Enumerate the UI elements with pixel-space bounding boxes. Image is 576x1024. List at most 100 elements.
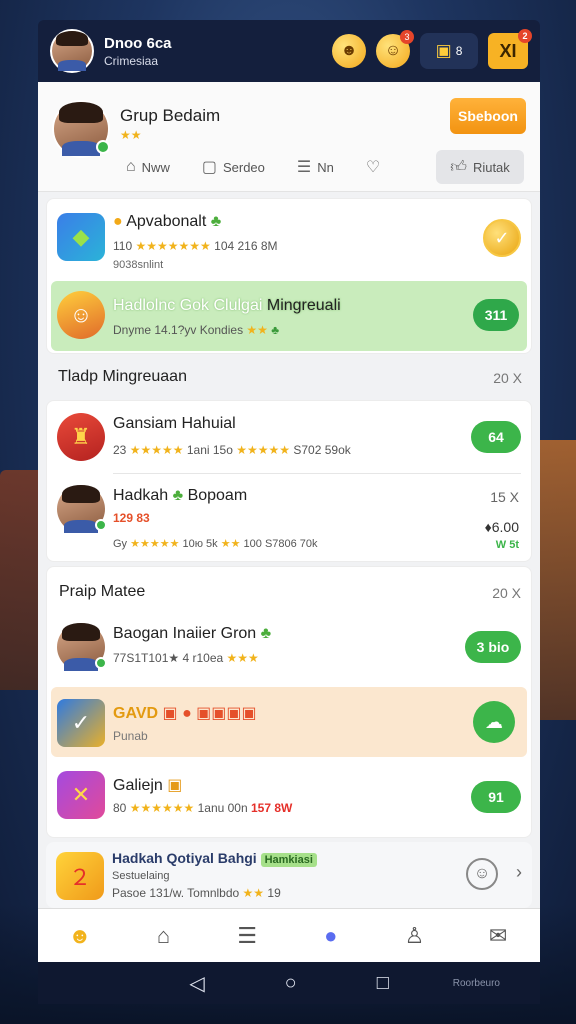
action-label: Riutak — [472, 159, 510, 175]
item-title: Baogan Inaiier Gron ♣ — [113, 625, 272, 642]
nav-list-icon[interactable]: ☰ — [227, 923, 267, 949]
item-stats: Gy ★★★★★ 10ю 5k ★★ 100 S7806 70k — [113, 538, 318, 550]
tab-favorite[interactable]: ♡ — [366, 157, 380, 177]
nav-emoji-icon[interactable]: ☻ — [60, 923, 100, 949]
list-item[interactable]: ♜ Gansiam Hahuial 23 ★★★★★ 1ani 15o ★★★★… — [47, 401, 531, 473]
score-pill[interactable]: 3 bio — [465, 631, 521, 663]
action-button[interactable]: 👍︎ Riutak — [436, 150, 524, 184]
tag-badge: Hamkiasi — [260, 853, 317, 867]
online-indicator — [96, 140, 110, 154]
item-price: ♦6.00 — [484, 519, 519, 535]
avatar: ☺ — [57, 291, 105, 339]
shield-icon: ✓ — [57, 699, 105, 747]
puzzle-icon: ２ — [56, 852, 104, 900]
user-name: Dnoo 6ca — [104, 34, 172, 52]
image-icon: ▢ — [201, 159, 217, 176]
item-extra: 9038snlint — [113, 259, 164, 271]
item-sub: 129 83 — [113, 511, 150, 525]
list-item[interactable]: Baogan Inaiier Gron ♣ 77S1T101★ 4 r10ea … — [47, 615, 531, 685]
main-panel: Grup Bedaim ★★ Sbeboon ⌂ Nww ▢ Serdeo ☰ … — [38, 82, 540, 962]
cube-icon: ◆ — [57, 213, 105, 261]
section-meta[interactable]: 20 X — [492, 585, 521, 601]
gift-button[interactable]: ▣ 8 — [420, 33, 478, 69]
tab-home[interactable]: ⌂ Nww — [126, 158, 170, 176]
list-item-promo[interactable]: ✓ GAVD ▣ ● ▣▣▣▣ Punab ☁ — [51, 687, 527, 757]
section-title: Tladp Mingreuaan — [58, 368, 187, 385]
close-label: XI — [499, 40, 517, 61]
item-stats: 110 ★★★★★★★ 104 216 8M — [113, 239, 278, 253]
bottom-nav: ☻ ⌂ ☰ ● ♙ ✉ — [38, 908, 540, 962]
avatar — [57, 485, 107, 533]
puzzle-icon: ✕ — [57, 771, 105, 819]
item-title: Hadkah ♣ Bopoam — [113, 487, 248, 504]
leaf-icon: ♣ — [271, 323, 280, 337]
list-item[interactable]: ◆ ● Apvabonalt ♣ 110 ★★★★★★★ 104 216 8M … — [47, 199, 531, 275]
group-stars: ★★ — [120, 128, 142, 142]
nav-profile-icon[interactable]: ♙ — [394, 923, 434, 949]
nav-home-icon[interactable]: ⌂ — [143, 923, 183, 949]
join-button[interactable]: Sbeboon — [450, 98, 526, 134]
tab-search-label: Serdeo — [222, 159, 265, 175]
emoji-icon[interactable]: ☻ — [332, 34, 366, 68]
nav-mail-icon[interactable]: ✉ — [478, 923, 518, 949]
back-icon[interactable]: ◁ — [189, 971, 204, 996]
gift-icon: ▣ — [435, 41, 452, 60]
top-bar: Dnoo 6ca Crimesiaa ☻ ☺ 3 ▣ 8 XI 2 — [38, 20, 540, 82]
money-icon: ♦ — [484, 519, 492, 535]
item-title: Gansiam Hahuial — [113, 415, 236, 432]
card-section-2: Praip Matee 20 X Baogan Inaiier Gron ♣ 7… — [46, 566, 532, 838]
nav-chat-icon[interactable]: ● — [311, 923, 351, 949]
item-title: GAVD ▣ ● ▣▣▣▣ — [113, 705, 257, 722]
section-meta[interactable]: 20 X — [493, 370, 522, 386]
tab-list[interactable]: ☰ Nn — [297, 157, 334, 177]
reward-icon[interactable]: ☺ 3 — [376, 30, 414, 68]
close-badge: 2 — [518, 29, 532, 43]
group-avatar[interactable] — [52, 100, 110, 158]
avatar: ♜ — [57, 413, 105, 461]
group-header: Grup Bedaim ★★ Sbeboon ⌂ Nww ▢ Serdeo ☰ … — [38, 82, 540, 192]
group-title: Grup Bedaim — [120, 106, 221, 125]
share-icon[interactable]: › — [516, 862, 522, 883]
brand-label: Roorbeuro — [452, 977, 500, 989]
section-title: Praip Matee — [59, 583, 146, 600]
gift-icons: ▣ ● ▣▣▣▣ — [162, 705, 257, 722]
leaf-icon: ♣ — [210, 213, 222, 230]
recents-icon[interactable]: □ — [377, 972, 389, 995]
score-pill[interactable]: 91 — [471, 781, 521, 813]
tab-home-label: Nww — [141, 159, 170, 175]
home-icon: ⌂ — [126, 158, 136, 175]
card-section-1: ♜ Gansiam Hahuial 23 ★★★★★ 1ani 15o ★★★★… — [46, 400, 532, 562]
list-item-highlight[interactable]: ☺ Hadlolnc Gok Clulgai Mingreuali Dnyme … — [51, 281, 527, 351]
item-stats: 23 ★★★★★ 1ani 15o ★★★★★ S702 59ok — [113, 443, 351, 457]
user-avatar[interactable] — [50, 29, 94, 73]
smile-icon-button[interactable]: ☺ — [466, 858, 498, 890]
item-meta: 15 X — [490, 489, 519, 505]
item-stats: 80 ★★★★★★ 1anu 00n 157 8W — [113, 801, 293, 815]
notification-badge: 3 — [400, 30, 414, 44]
user-info: Dnoo 6ca Crimesiaa — [104, 35, 172, 68]
list-icon: ☰ — [296, 159, 312, 176]
score-pill[interactable]: 64 — [471, 421, 521, 453]
tab-search[interactable]: ▢ Serdeo — [202, 157, 265, 177]
top-icons: ☻ ☺ 3 ▣ 8 XI 2 — [332, 29, 532, 69]
item-stats: Dnyme 14.1?yv Kondies ★★ ♣ — [113, 323, 280, 337]
chat-icon-button[interactable]: ☁ — [473, 701, 515, 743]
home-circle-icon[interactable]: ○ — [285, 972, 297, 995]
list-item[interactable]: ２ Hadkah Qotiyal Bahgi Hamkiasi Sestuela… — [46, 842, 532, 908]
gift-icon: ▣ — [167, 777, 183, 794]
thumbs-up-icon: 👍︎ — [450, 158, 467, 176]
close-button[interactable]: XI 2 — [488, 29, 532, 69]
group-tabs: ⌂ Nww ▢ Serdeo ☰ Nn ♡ 👍︎ Riutak — [126, 150, 524, 184]
background-house-left — [0, 470, 40, 690]
item-title: ● Apvabonalt ♣ — [113, 213, 222, 230]
list-item[interactable]: Hadkah ♣ Bopoam 129 83 Gy ★★★★★ 10ю 5k ★… — [47, 475, 531, 561]
gold-coin-button[interactable]: ✓ — [483, 219, 521, 257]
item-sub: Punab — [113, 729, 148, 743]
leaf-icon: ♣ — [172, 487, 184, 504]
list-item[interactable]: ✕ Galiejn ▣ 80 ★★★★★★ 1anu 00n 157 8W 91 — [47, 761, 531, 835]
score-pill[interactable]: 311 — [473, 299, 519, 331]
divider — [113, 473, 521, 474]
item-title: Hadlolnc Gok Clulgai Mingreuali — [113, 297, 341, 314]
item-stats: Pasoe 131/w. Tomnlbdo ★★ 19 — [112, 886, 281, 900]
coin-icon: ● — [113, 213, 123, 230]
